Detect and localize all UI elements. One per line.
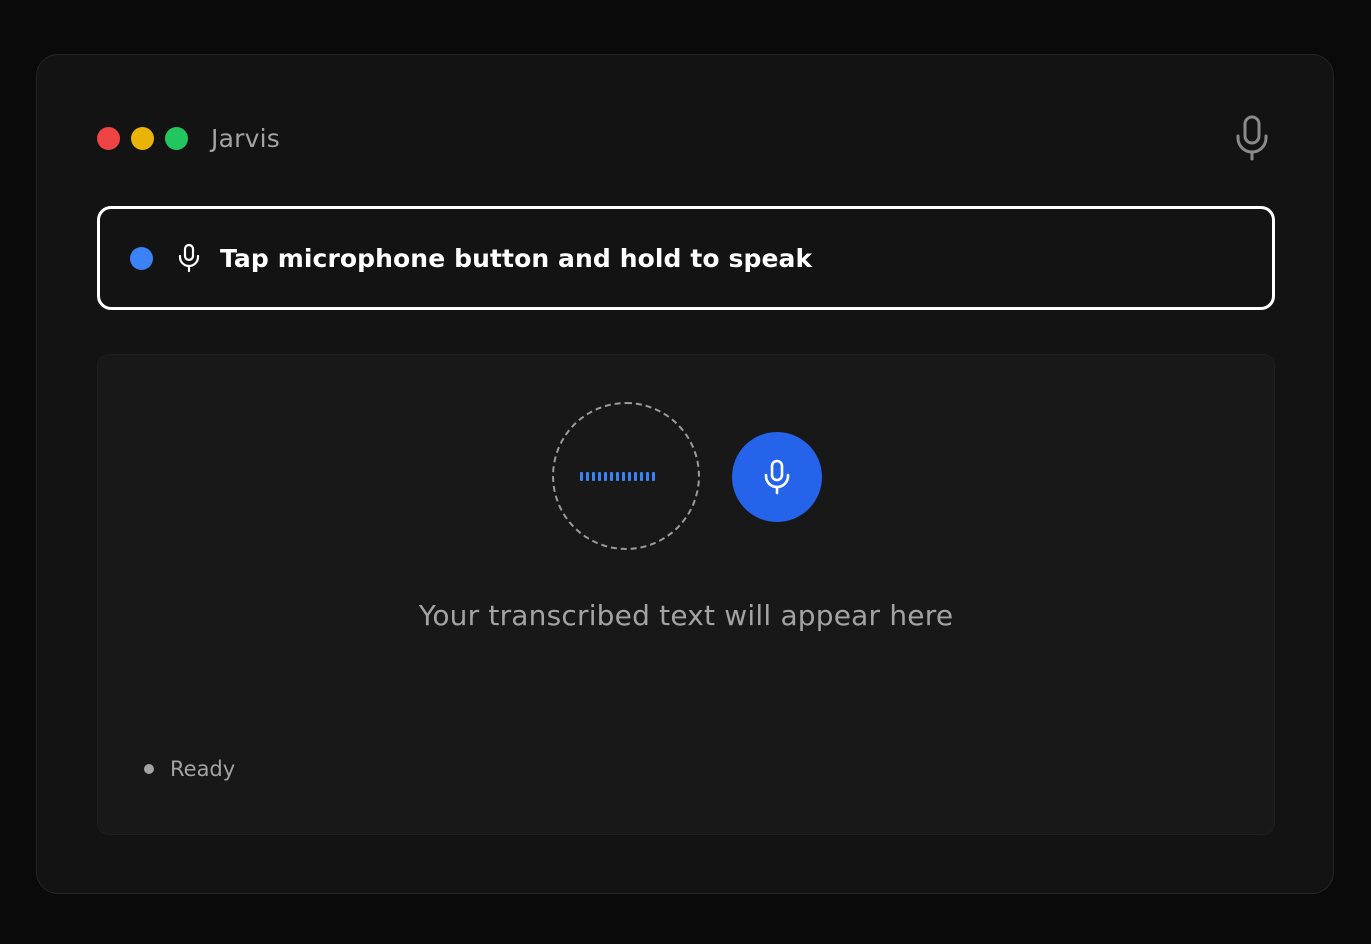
waveform-bar bbox=[622, 472, 625, 481]
transcription-panel: Your transcribed text will appear here R… bbox=[97, 354, 1275, 835]
waveform-bar bbox=[604, 472, 607, 481]
waveform-bar bbox=[646, 472, 649, 481]
waveform-bar bbox=[610, 472, 613, 481]
microphone-icon bbox=[764, 459, 790, 495]
audio-waveform-ring bbox=[552, 402, 700, 550]
maximize-window-button[interactable] bbox=[165, 126, 188, 150]
waveform-bar bbox=[628, 472, 631, 481]
transcript-placeholder: Your transcribed text will appear here bbox=[418, 599, 954, 632]
microphone-icon bbox=[178, 243, 200, 273]
waveform-bar bbox=[586, 472, 589, 481]
hint-status-dot bbox=[130, 246, 153, 270]
microphone-icon bbox=[1236, 115, 1268, 161]
waveform-bar bbox=[652, 472, 655, 481]
waveform-bar bbox=[580, 472, 583, 481]
hint-text: Tap microphone button and hold to speak bbox=[220, 243, 813, 273]
speak-hint-bar: Tap microphone button and hold to speak bbox=[97, 206, 1275, 310]
top-microphone-button[interactable] bbox=[1233, 115, 1271, 161]
record-microphone-button[interactable] bbox=[732, 432, 822, 522]
waveform-bar bbox=[598, 472, 601, 481]
status-indicator: Ready bbox=[144, 757, 235, 781]
title-bar: Jarvis bbox=[97, 121, 280, 155]
close-window-button[interactable] bbox=[97, 126, 120, 150]
waveform-bar bbox=[592, 472, 595, 481]
status-text: Ready bbox=[170, 757, 236, 781]
app-window: Jarvis Tap microphone button and hold to… bbox=[36, 54, 1334, 894]
waveform-bar bbox=[634, 472, 637, 481]
waveform-bar bbox=[616, 472, 619, 481]
minimize-window-button[interactable] bbox=[131, 126, 154, 150]
waveform-bar bbox=[640, 472, 643, 481]
app-title: Jarvis bbox=[211, 123, 280, 153]
audio-waveform bbox=[580, 472, 655, 481]
status-dot bbox=[144, 764, 154, 774]
